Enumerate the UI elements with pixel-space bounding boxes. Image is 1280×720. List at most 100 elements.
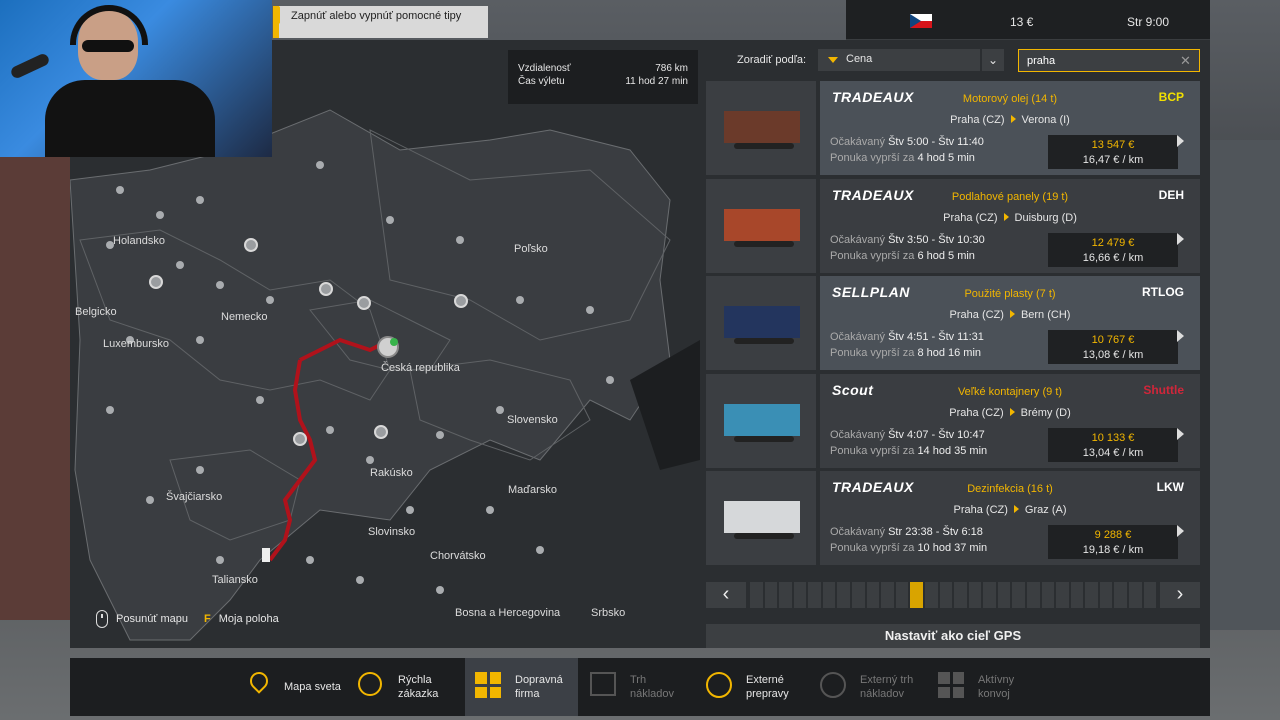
chevron-right-icon[interactable]: [1177, 135, 1184, 147]
trailer-wheels: [734, 143, 794, 149]
expected-label: Očakávaný: [830, 526, 886, 538]
job-offer[interactable]: TRADEAUX LKW Dezinfekcia (16 t) Praha (C…: [706, 471, 1200, 565]
pager-segment[interactable]: [939, 582, 953, 608]
globe-icon: [706, 672, 736, 702]
pager-segment[interactable]: [779, 582, 792, 608]
pager-segment[interactable]: [968, 582, 982, 608]
nav-active-convoy[interactable]: Aktívny konvoj: [938, 658, 1048, 716]
country-label: Srbsko: [591, 607, 626, 619]
price-box: 10 133 € 13,04 € / km: [1048, 427, 1178, 462]
pager-segment[interactable]: [866, 582, 880, 608]
pager-segment[interactable]: [822, 582, 836, 608]
pager-segment[interactable]: [881, 582, 894, 608]
country-label: Holandsko: [113, 235, 165, 247]
pager-segment[interactable]: [997, 582, 1011, 608]
cargo-name: Dezinfekcia (16 t): [967, 483, 1053, 495]
nav-label: Rýchla zákazka: [398, 674, 439, 700]
nav-world-map[interactable]: Mapa sveta: [240, 658, 350, 716]
pager-segment[interactable]: [1143, 582, 1157, 608]
clear-search-icon[interactable]: ✕: [1180, 53, 1191, 69]
route-origin: Praha (CZ): [949, 309, 1004, 321]
pager-segment[interactable]: [1012, 582, 1025, 608]
help-tip-toggle[interactable]: Zapnúť alebo vypnúť pomocné tipy: [273, 6, 488, 38]
expire-label: Ponuka vyprší za: [830, 347, 915, 359]
route-info-box: Vzdialenosť 786 km Čas výletu 11 hod 27 mi…: [508, 50, 698, 104]
route-destination: Verona (I): [1021, 114, 1070, 126]
set-gps-destination-button[interactable]: Nastaviť ako cieľ GPS: [706, 624, 1200, 648]
job-details[interactable]: TRADEAUX BCP Motorový olej (14 t) Praha …: [820, 81, 1200, 175]
job-route: Praha (CZ) Bern (CH): [820, 309, 1200, 321]
tip-arrow-icon: [273, 6, 280, 24]
pager-segment[interactable]: [895, 582, 909, 608]
chevron-right-icon[interactable]: [1177, 330, 1184, 342]
expire-time: 10 hod 37 min: [917, 542, 988, 554]
job-offer[interactable]: TRADEAUX DEH Podlahové panely (19 t) Pra…: [706, 178, 1200, 273]
pager-segment[interactable]: [1056, 582, 1069, 608]
pager-segment[interactable]: [837, 582, 851, 608]
cargo-grid-icon: [475, 672, 505, 702]
job-offer[interactable]: SELLPLAN RTLOG Použité plasty (7 t) Prah…: [706, 276, 1200, 370]
offer-expiry: Ponuka vyprší za 4 hod 5 min: [830, 152, 975, 164]
pager-segment[interactable]: [910, 582, 923, 608]
job-details[interactable]: SELLPLAN RTLOG Použité plasty (7 t) Prah…: [820, 276, 1200, 370]
expire-time: 6 hod 5 min: [917, 249, 975, 262]
previous-page-button[interactable]: ‹: [706, 582, 746, 608]
my-position-hint[interactable]: Moja poloha: [219, 613, 279, 625]
pager-segment[interactable]: [1085, 582, 1098, 608]
nav-freight-market[interactable]: Trh nákladov: [590, 658, 690, 716]
expire-label: Ponuka vyprší za: [830, 249, 915, 262]
pager-segment[interactable]: [983, 582, 996, 608]
job-price: 13 547 €: [1091, 139, 1135, 151]
chevron-down-icon: ⌄: [987, 53, 999, 67]
sort-dropdown-button[interactable]: ⌄: [982, 49, 1004, 71]
pager-segment[interactable]: [852, 582, 865, 608]
pager-segment[interactable]: [1070, 582, 1084, 608]
pager-segment[interactable]: [750, 582, 763, 608]
expected-time: Štv 4:51 - Štv 11:31: [888, 331, 984, 343]
nav-external-freight-market[interactable]: Externý trh nákladov: [820, 658, 935, 716]
background-wall-left: [0, 150, 70, 620]
webcam-headphones: [70, 5, 148, 45]
pager-segment[interactable]: [1114, 582, 1128, 608]
pager-segment[interactable]: [1041, 582, 1055, 608]
country-label: Poľsko: [514, 243, 548, 255]
job-price: 10 133 €: [1091, 431, 1135, 444]
webcam-overlay: [0, 0, 272, 157]
pager-track[interactable]: [750, 582, 1157, 608]
chevron-right-icon[interactable]: [1177, 525, 1184, 537]
expire-label: Ponuka vyprší za: [830, 152, 915, 164]
job-details[interactable]: TRADEAUX LKW Dezinfekcia (16 t) Praha (C…: [820, 471, 1200, 565]
nav-external-contracts[interactable]: Externé prepravy: [706, 658, 816, 716]
trailer-thumbnail: [706, 373, 816, 468]
nav-label: Dopravná firma: [515, 674, 563, 700]
job-price: 12 479 €: [1091, 236, 1135, 249]
mouse-icon: [96, 610, 108, 628]
nav-label: Aktívny konvoj: [978, 674, 1015, 700]
country-label: Luxembursko: [103, 338, 170, 350]
pager-segment[interactable]: [1129, 582, 1142, 608]
job-offer[interactable]: Scout Shuttle Veľké kontajnery (9 t) Pra…: [706, 373, 1200, 468]
offer-expiry: Ponuka vyprší za 10 hod 37 min: [830, 542, 987, 554]
chevron-right-icon[interactable]: [1177, 427, 1184, 440]
pager-segment[interactable]: [924, 582, 938, 608]
nav-freight-company[interactable]: Dopravná firma: [465, 658, 578, 716]
expire-time: 8 hod 16 min: [917, 347, 982, 359]
pager-segment[interactable]: [1026, 582, 1040, 608]
pager-segment[interactable]: [764, 582, 778, 608]
chevron-right-icon[interactable]: [1177, 232, 1184, 245]
country-label: Belgicko: [75, 306, 117, 318]
nav-quick-job[interactable]: Rýchla zákazka: [358, 658, 458, 716]
pager-segment[interactable]: [808, 582, 821, 608]
job-offer[interactable]: TRADEAUX BCP Motorový olej (14 t) Praha …: [706, 81, 1200, 175]
sort-dropdown[interactable]: Cena: [818, 49, 980, 71]
route-origin: Praha (CZ): [953, 504, 1008, 516]
country-label: Nemecko: [221, 311, 268, 323]
job-details[interactable]: TRADEAUX DEH Podlahové panely (19 t) Pra…: [820, 178, 1200, 273]
pager-segment[interactable]: [954, 582, 967, 608]
pager-segment[interactable]: [1099, 582, 1113, 608]
job-details[interactable]: Scout Shuttle Veľké kontajnery (9 t) Pra…: [820, 373, 1200, 468]
pager-segment[interactable]: [793, 582, 807, 608]
next-page-button[interactable]: ›: [1160, 582, 1200, 608]
search-input[interactable]: [1018, 49, 1200, 72]
job-route: Praha (CZ) Brémy (D): [820, 407, 1200, 419]
